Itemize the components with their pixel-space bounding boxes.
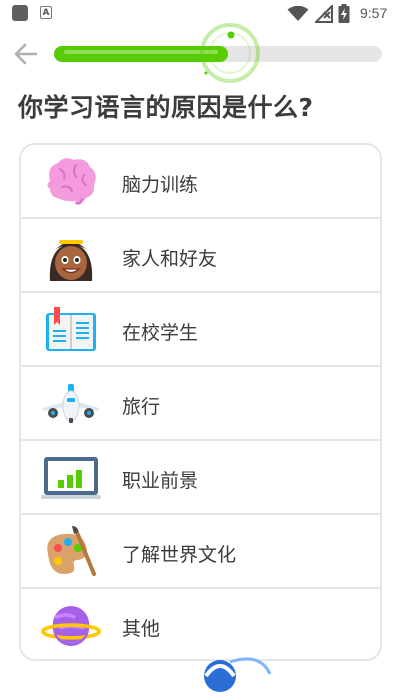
option-label: 旅行 [122, 396, 161, 418]
option-family-friends[interactable]: 家人和好友 [21, 219, 380, 293]
clock: 9:57 [360, 5, 388, 21]
back-button[interactable] [12, 40, 40, 68]
option-label: 了解世界文化 [122, 544, 237, 566]
wifi-icon [287, 6, 309, 21]
option-travel[interactable]: 旅行 [21, 367, 380, 441]
option-brain-training[interactable]: 脑力训练 [21, 145, 380, 219]
brain-icon [41, 154, 101, 210]
option-label: 家人和好友 [122, 248, 218, 270]
paint-palette-icon [41, 524, 101, 580]
watermark-logo [200, 652, 400, 700]
reason-options-list: 脑力训练 家人和好友 在校学生 旅行 职业前景 了解世界文化 其他 [19, 143, 382, 661]
open-book-icon [41, 302, 101, 358]
option-other[interactable]: 其他 [21, 589, 380, 659]
airplane-icon [41, 376, 101, 432]
option-culture[interactable]: 了解世界文化 [21, 515, 380, 589]
app-notification-icon [12, 5, 28, 21]
battery-charging-icon [338, 4, 350, 23]
option-label: 在校学生 [122, 322, 199, 344]
planet-icon [41, 598, 101, 654]
page-title: 你学习语言的原因是什么? [18, 93, 314, 122]
option-label: 职业前景 [122, 470, 199, 492]
option-career[interactable]: 职业前景 [21, 441, 380, 515]
option-label: 脑力训练 [122, 174, 199, 196]
person-avatar-icon [41, 228, 101, 284]
arrow-left-icon [14, 43, 38, 65]
signal-icon [315, 5, 333, 23]
option-label: 其他 [122, 618, 161, 640]
chart-monitor-icon [41, 450, 101, 506]
option-student[interactable]: 在校学生 [21, 293, 380, 367]
a-notification-icon: A [40, 6, 52, 19]
progress-burst-icon [200, 23, 260, 83]
